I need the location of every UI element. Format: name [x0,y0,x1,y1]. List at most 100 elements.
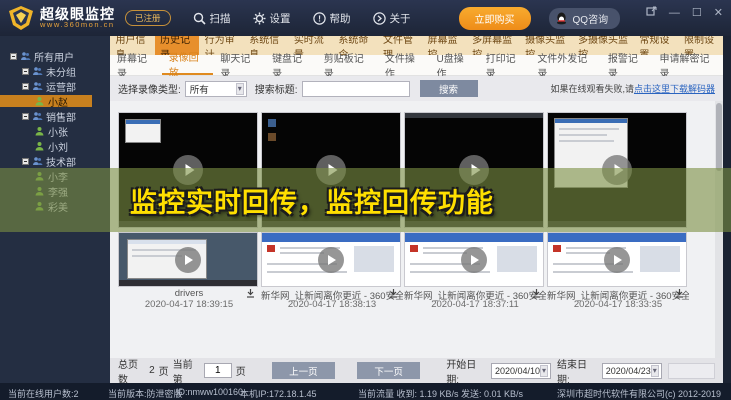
subtab-screen-record[interactable]: 屏幕记录 [110,55,162,75]
logo-icon [8,5,34,31]
skin-button[interactable] [646,6,657,20]
expander-icon[interactable] [22,158,29,165]
total-pages-label: 总页数 [118,356,145,386]
prev-page-button[interactable]: 上一页 [272,362,335,379]
subtab-clipboard[interactable]: 剪贴板记录 [317,55,378,75]
search-icon [193,12,206,25]
play-icon [185,255,193,265]
subtab-decrypt-request[interactable]: 申请解密记录 [653,55,724,75]
tree-user-selected[interactable]: 小赵 [0,95,92,107]
expander-icon[interactable] [22,68,29,75]
next-page-button[interactable]: 下一页 [357,362,420,379]
subtab-chat-record[interactable]: 聊天记录 [213,55,265,75]
tree-label: 未分组 [46,64,76,79]
decor-header [548,233,686,242]
video-time: 2020-04-17 18:33:35 [547,299,689,310]
decor [280,252,324,254]
user-icon [34,141,45,152]
app-title: 超级眼监控 [40,7,115,21]
group-icon [32,156,43,167]
nav-settings[interactable]: 设置 [253,11,291,26]
download-icon[interactable] [532,289,541,298]
decor [423,252,467,254]
nav-scan[interactable]: 扫描 [193,11,231,26]
nav-about-label: 关于 [390,11,411,26]
video-thumbnail[interactable] [547,232,687,287]
video-time: 2020-04-17 18:39:15 [118,299,260,310]
decor [410,245,418,252]
decor [640,246,680,272]
decor [559,134,607,136]
subtab-video-playback[interactable]: 录像回放 [162,55,214,75]
status-bar: 当前在线用户数:2 当前版本:防泄密版 ID:nmww100160 本机IP:1… [0,383,731,400]
close-button[interactable]: ✕ [714,8,723,19]
play-icon [614,255,622,265]
video-type-value: 所有 [190,82,209,96]
tree-label: 所有用户 [34,49,74,64]
tree-user[interactable]: 小刘 [0,140,110,152]
expander-icon[interactable] [10,53,17,60]
decor-window [125,119,161,143]
nav-help[interactable]: ! 帮助 [313,11,351,26]
subtab-print-record[interactable]: 打印记录 [479,55,531,75]
current-page-label: 当前第 [173,356,200,386]
subtab-usb-ops[interactable]: U盘操作 [430,55,479,75]
tree-group-sales[interactable]: 销售部 [0,110,110,122]
video-thumbnail[interactable] [118,232,258,287]
search-title-input[interactable] [302,81,410,97]
play-button[interactable] [318,247,344,273]
app-window: 超级眼监控 www.360mon.cn 已注册 扫描 设置 ! 帮助 关于 立 [0,0,731,400]
watermark-text: 监控实时回传，监控回传功能 [130,181,494,220]
play-button[interactable] [604,247,630,273]
buy-now-button[interactable]: 立即购买 [459,7,531,30]
start-date-select[interactable]: 2020/04/10 ▾ [491,363,551,379]
tree-group-ungrouped[interactable]: 未分组 [0,65,110,77]
nav-help-label: 帮助 [330,11,351,26]
tree-group-all-users[interactable]: 所有用户 [0,50,110,62]
expander-icon[interactable] [22,113,29,120]
download-icon[interactable] [675,289,684,298]
minimize-button[interactable]: — [669,8,680,19]
decor-header [262,233,400,242]
end-date-select[interactable]: 2020/04/23 ▾ [602,363,662,379]
video-thumbnail[interactable] [261,232,401,287]
pagination-bar: 总页数 2 页 当前第 页 上一页 下一页 开始日期: 2020/04/10 ▾… [110,358,723,383]
expander-icon[interactable] [22,83,29,90]
subtab-file-ops[interactable]: 文件操作 [378,55,430,75]
play-button[interactable] [461,247,487,273]
video-type-select[interactable]: 所有 ▾ [185,81,247,97]
decor [267,245,275,252]
download-icon[interactable] [389,289,398,298]
title-bar: 超级眼监控 www.360mon.cn 已注册 扫描 设置 ! 帮助 关于 立 [0,0,731,36]
decoder-hint-text: 如果在线观看失败,请 [550,84,634,94]
scrollbar-thumb[interactable] [716,103,722,171]
video-title: drivers [118,288,260,299]
sub-tab-bar: 屏幕记录 录像回放 聊天记录 键盘记录 剪贴板记录 文件操作 U盘操作 打印记录… [110,55,723,76]
decoder-download-link[interactable]: 点击这里下载解码器 [634,84,715,94]
current-page-input[interactable] [204,363,232,378]
decoder-hint: 如果在线观看失败,请点击这里下载解码器 [550,82,715,95]
nav-scan-label: 扫描 [210,11,231,26]
subtab-keylog[interactable]: 键盘记录 [265,55,317,75]
download-icon[interactable] [246,289,255,298]
tree-group-operations[interactable]: 运营部 [0,80,110,92]
end-date-value: 2020/04/23 [606,366,651,376]
top-navigation: 扫描 设置 ! 帮助 关于 [193,11,411,26]
chevron-down-icon: ▾ [540,365,548,377]
qq-consult-label: QQ咨询 [573,11,609,26]
video-thumbnail[interactable] [404,232,544,287]
qq-consult-button[interactable]: QQ咨询 [549,8,621,29]
subtab-file-outgoing[interactable]: 文件外发记录 [530,55,601,75]
nav-about[interactable]: 关于 [373,11,411,26]
copyright: 深圳市超时代软件有限公司(c) 2012-2019 [557,387,721,400]
tree-group-tech[interactable]: 技术部 [0,155,110,167]
play-button[interactable] [175,247,201,273]
decor [555,119,627,123]
search-button[interactable]: 搜索 [420,80,478,97]
user-icon [34,126,45,137]
maximize-button[interactable]: ☐ [692,8,702,19]
group-icon [32,111,43,122]
subtab-alarm-record[interactable]: 报警记录 [601,55,653,75]
group-icon [32,66,43,77]
tree-user[interactable]: 小张 [0,125,110,137]
